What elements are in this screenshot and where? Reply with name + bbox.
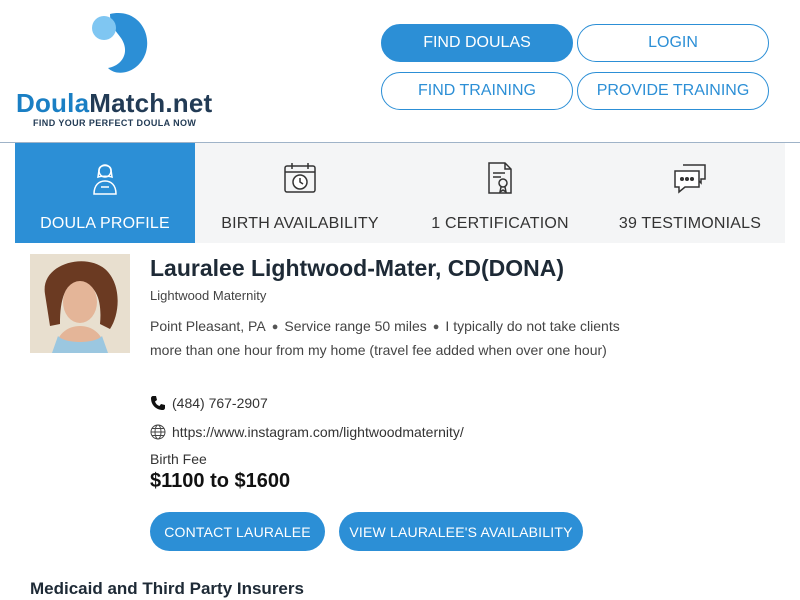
logo-wordmark: DoulaMatch.net xyxy=(16,88,213,118)
provide-training-button[interactable]: PROVIDE TRAINING xyxy=(577,72,769,110)
doula-name: Lauralee Lightwood-Mater, CD(DONA) xyxy=(150,255,565,281)
login-button[interactable]: LOGIN xyxy=(577,24,769,62)
birth-fee-value: $1100 to $1600 xyxy=(150,470,291,492)
service-range: Service range 50 miles xyxy=(284,318,427,334)
doula-location-details: Point Pleasant, PA ● Service range 50 mile… xyxy=(150,316,630,361)
doula-person-icon xyxy=(93,164,117,195)
doula-location: Point Pleasant, PA xyxy=(150,318,266,334)
contact-doula-button[interactable]: CONTACT LAURALEE xyxy=(150,512,325,551)
certificate-icon xyxy=(488,162,512,194)
separator-dot: ● xyxy=(432,321,440,333)
tab-label: 1 CERTIFICATION xyxy=(431,215,569,232)
tab-label: BIRTH AVAILABILITY xyxy=(221,215,379,232)
calendar-clock-icon xyxy=(284,163,316,193)
website-row: https://www.instagram.com/lightwoodmater… xyxy=(150,424,464,440)
phone-icon xyxy=(151,396,165,410)
tab-certification[interactable]: 1 CERTIFICATION xyxy=(405,143,595,243)
site-logo[interactable]: DoulaMatch.net FIND YOUR PERFECT DOULA N… xyxy=(16,12,226,132)
find-training-button[interactable]: FIND TRAINING xyxy=(381,72,573,110)
doula-avatar xyxy=(30,254,130,353)
insurers-section-title: Medicaid and Third Party Insurers xyxy=(30,579,304,598)
tab-doula-profile[interactable]: DOULA PROFILE xyxy=(15,143,195,243)
tab-birth-availability[interactable]: BIRTH AVAILABILITY xyxy=(195,143,405,243)
phone-row: (484) 767-2907 xyxy=(150,395,268,411)
logo-mark-icon xyxy=(92,12,148,73)
tab-label: DOULA PROFILE xyxy=(40,215,170,232)
phone-number[interactable]: (484) 767-2907 xyxy=(172,395,268,411)
birth-fee-label: Birth Fee xyxy=(150,451,207,467)
find-doulas-button[interactable]: FIND DOULAS xyxy=(381,24,573,62)
website-link[interactable]: https://www.instagram.com/lightwoodmater… xyxy=(172,424,464,440)
separator-dot: ● xyxy=(271,321,279,333)
tab-testimonials[interactable]: 39 TESTIMONIALS xyxy=(595,143,785,243)
doula-company: Lightwood Maternity xyxy=(150,288,267,303)
portrait-image xyxy=(30,254,130,353)
globe-icon xyxy=(150,424,166,440)
site-header: DoulaMatch.net FIND YOUR PERFECT DOULA N… xyxy=(0,0,800,143)
tab-label: 39 TESTIMONIALS xyxy=(618,215,762,232)
chat-bubbles-icon xyxy=(674,164,706,194)
logo-tagline: FIND YOUR PERFECT DOULA NOW xyxy=(33,118,197,128)
profile-tabs: DOULA PROFILE BIRTH AVAILABILITY 1 CERTI… xyxy=(15,143,785,243)
view-availability-button[interactable]: VIEW LAURALEE'S AVAILABILITY xyxy=(339,512,583,551)
